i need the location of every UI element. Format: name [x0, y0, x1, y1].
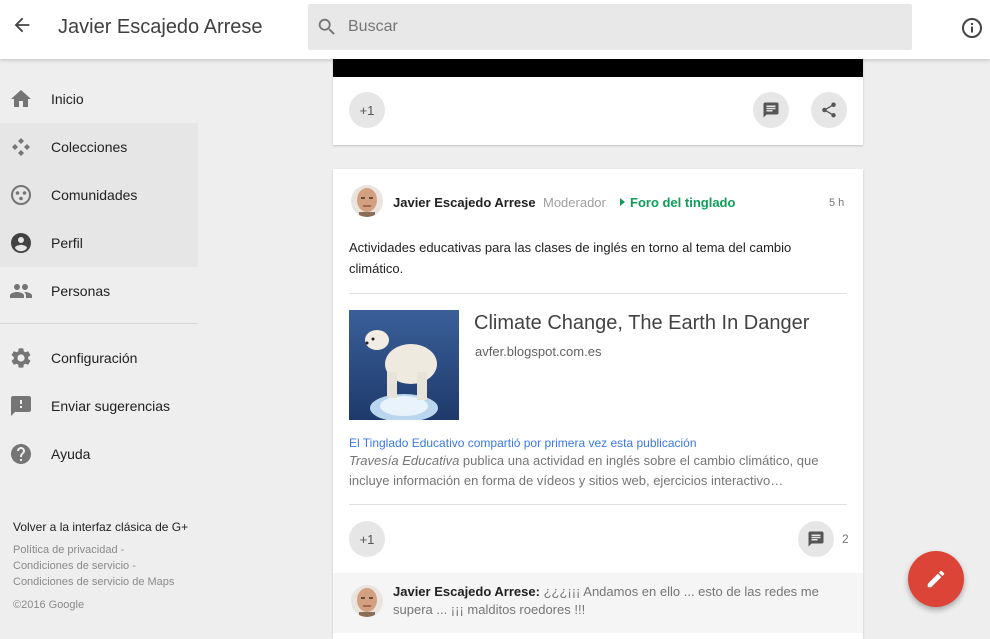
sidebar-item-label: Enviar sugerencias — [51, 398, 171, 414]
classic-interface-link[interactable]: Volver a la interfaz clásica de G+ — [13, 520, 188, 534]
sidebar-item-inicio[interactable]: Inicio — [0, 75, 198, 123]
compose-fab-button[interactable] — [908, 551, 964, 607]
caret-right-icon — [620, 198, 625, 206]
post-card: Javier Escajedo Arrese Moderador Foro de… — [333, 169, 863, 639]
search-input[interactable] — [348, 4, 898, 50]
sidebar-item-comunidades[interactable]: Comunidades — [0, 171, 198, 219]
polar-bear-image — [349, 310, 459, 420]
privacy-link[interactable]: Política de privacidad - — [13, 544, 124, 556]
copyright-text: ©2016 Google — [13, 599, 85, 611]
comment-count: 2 — [842, 532, 849, 546]
sidebar-item-label: Perfil — [51, 235, 83, 251]
sidebar-item-label: Ayuda — [51, 446, 91, 462]
originally-shared-by[interactable]: El Tinglado Educativo compartió por prim… — [349, 436, 697, 450]
share-button[interactable] — [811, 92, 847, 128]
link-domain: avfer.blogspot.com.es — [475, 344, 602, 359]
sidebar-item-enviar-sugerencias[interactable]: Enviar sugerencias — [0, 382, 198, 430]
comment-row: Javier Escajedo Arrese: ¿¿¿¡¡¡ Andamos e… — [333, 573, 863, 633]
avatar-photo — [351, 185, 383, 217]
app-header: Javier Escajedo Arrese — [0, 0, 990, 59]
collections-icon — [12, 138, 30, 156]
reshare-snippet: Travesía Educativa publica una actividad… — [349, 451, 847, 491]
divider — [349, 293, 847, 294]
home-icon — [11, 90, 31, 107]
snippet-source: Travesía Educativa — [349, 453, 460, 468]
post-author-name[interactable]: Javier Escajedo Arrese — [393, 195, 536, 210]
search-bar[interactable] — [308, 4, 912, 50]
search-icon — [318, 18, 335, 35]
post-body: Actividades educativas para las clases d… — [349, 240, 792, 276]
sidebar-item-perfil[interactable]: Perfil — [0, 219, 198, 267]
sidebar-item-colecciones[interactable]: Colecciones — [0, 123, 198, 171]
sidebar-item-ayuda[interactable]: Ayuda — [0, 430, 198, 478]
divider — [349, 504, 847, 505]
back-button[interactable] — [8, 11, 36, 39]
gear-icon — [11, 348, 31, 368]
sidebar-item-label: Personas — [51, 283, 111, 299]
terms-link[interactable]: Condiciones de servicio - — [13, 560, 136, 572]
sidebar-item-label: Colecciones — [51, 139, 128, 155]
share-icon — [822, 102, 836, 118]
sidebar-item-configuracion[interactable]: Configuración — [0, 334, 198, 382]
author-avatar[interactable] — [351, 185, 383, 217]
post-author-role: Moderador — [543, 195, 606, 210]
page-title: Javier Escajedo Arrese — [58, 16, 263, 38]
info-button[interactable] — [960, 16, 984, 40]
comment-button[interactable] — [798, 521, 834, 557]
comment-button[interactable] — [753, 92, 789, 128]
sidebar-item-personas[interactable]: Personas — [0, 267, 198, 315]
comment-icon — [808, 531, 824, 547]
maps-terms-link[interactable]: Condiciones de servicio de Maps — [13, 576, 174, 588]
arrow-back-icon — [14, 17, 30, 33]
sidebar-divider — [0, 323, 198, 324]
plus-one-button[interactable]: +1 — [349, 521, 385, 557]
sidebar-item-label: Configuración — [51, 350, 138, 366]
comment-author[interactable]: Javier Escajedo Arrese: — [393, 584, 540, 599]
sidebar-item-label: Inicio — [51, 91, 84, 107]
post-timestamp[interactable]: 5 h — [829, 197, 844, 209]
pencil-icon — [927, 570, 945, 588]
video-media[interactable] — [333, 59, 863, 77]
community-link[interactable]: Foro del tinglado — [630, 195, 735, 210]
info-icon — [962, 18, 982, 38]
avatar-photo — [351, 585, 383, 617]
comment-icon — [763, 102, 779, 118]
feedback-icon — [11, 396, 31, 416]
help-icon — [11, 444, 31, 464]
profile-icon — [11, 233, 31, 253]
sidebar: Inicio Colecciones Comunidades Perfil Pe… — [0, 59, 200, 624]
plus-one-button[interactable]: +1 — [349, 92, 385, 128]
commenter-avatar[interactable] — [351, 585, 383, 617]
communities-icon — [11, 185, 31, 205]
comment-text: Javier Escajedo Arrese: ¿¿¿¡¡¡ Andamos e… — [393, 583, 843, 619]
people-icon — [10, 284, 32, 298]
link-thumbnail[interactable] — [349, 310, 459, 420]
sidebar-item-label: Comunidades — [51, 187, 138, 203]
link-title[interactable]: Climate Change, The Earth In Danger — [474, 312, 809, 335]
